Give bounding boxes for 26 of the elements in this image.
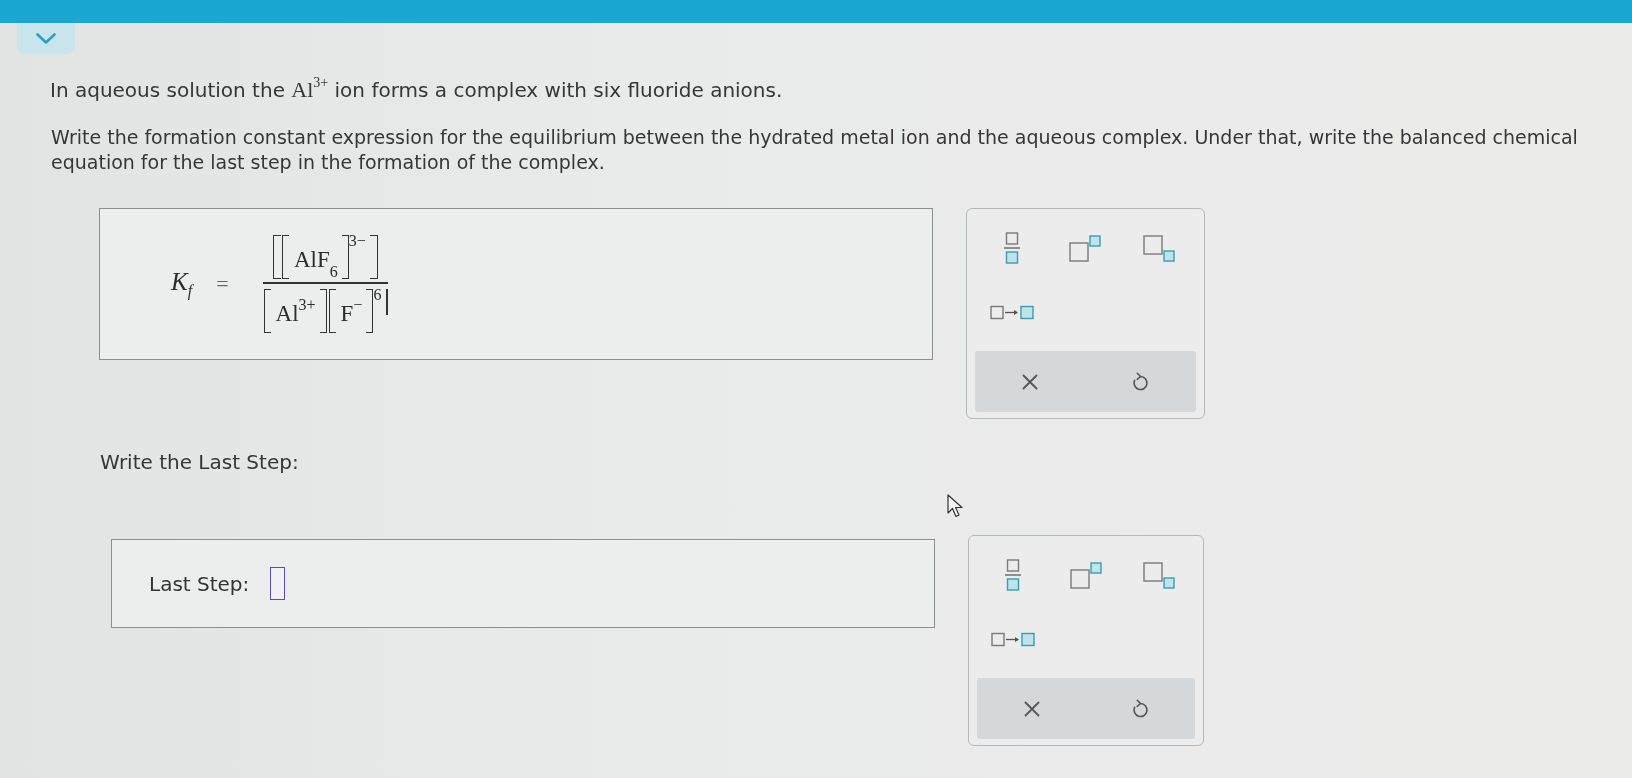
close-icon bbox=[1022, 373, 1039, 390]
numerator: AlF$_{6}$ 3− bbox=[272, 235, 378, 280]
denominator: Al$^{3+}$ F$^{−}$ 6 bbox=[262, 288, 386, 333]
answer-box[interactable]: K$_{f}$ = AlF$_{6}$ 3− Al$^{3+}$ F$^{−}$ 6 bbox=[99, 208, 933, 360]
superscript-icon bbox=[1070, 561, 1102, 589]
fraction-icon bbox=[1003, 232, 1020, 264]
equals-sign: = bbox=[216, 271, 229, 297]
instructions-text: Write the formation constant expression for the equilibrium between the hydrated metal ion and the aqueous complex. Under that, write the balanced chemical equation for the last step in the formation of the complex. bbox=[51, 125, 1579, 175]
reaction-arrow-icon bbox=[989, 304, 1034, 320]
undo-icon bbox=[1132, 699, 1149, 718]
mouse-pointer-icon bbox=[947, 494, 965, 518]
field-label: Last Step: bbox=[149, 570, 250, 597]
subscript-icon bbox=[1142, 561, 1175, 589]
subscript-icon bbox=[1143, 234, 1176, 262]
fraction-icon bbox=[1005, 559, 1022, 591]
question-text: In aqueous solution the Al$^{3+}$ ion forms a complex with six fluoride anions. bbox=[50, 77, 784, 103]
collapse-button[interactable] bbox=[17, 23, 75, 54]
answer-box[interactable]: Last Step: bbox=[111, 539, 935, 628]
superscript-icon bbox=[1069, 234, 1102, 262]
chevron-down-icon bbox=[36, 33, 56, 44]
undo-icon bbox=[1132, 372, 1150, 391]
text-cursor bbox=[386, 288, 388, 315]
reaction-arrow-icon bbox=[991, 631, 1036, 647]
input-field[interactable] bbox=[270, 567, 286, 600]
close-icon bbox=[1023, 700, 1040, 717]
prompt-text: Write the Last Step: bbox=[100, 449, 300, 475]
